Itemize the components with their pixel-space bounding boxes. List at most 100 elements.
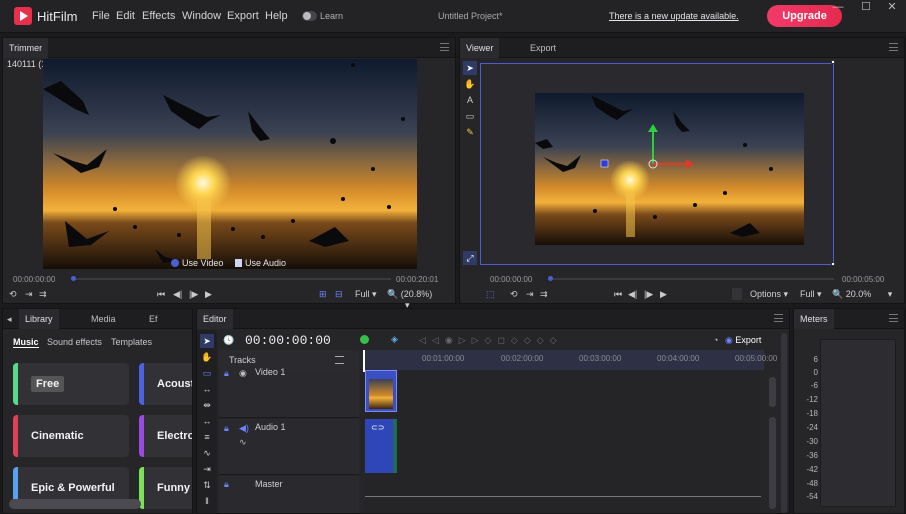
- waveform-icon[interactable]: ∿: [239, 437, 247, 448]
- video-clip[interactable]: [365, 370, 397, 412]
- skip-start-icon[interactable]: ⏮: [157, 289, 165, 300]
- roll-tool-icon[interactable]: ⇹: [200, 398, 214, 412]
- corner-handle[interactable]: [831, 60, 835, 64]
- keyframe-controls[interactable]: ◁◁◉▷▷◇◻◇◇◇◇: [419, 335, 563, 346]
- tracks-menu-icon[interactable]: [335, 356, 344, 364]
- trimmer-quality-select[interactable]: Full ▾: [355, 289, 377, 300]
- transform-toggle-icon[interactable]: ⬚: [486, 289, 495, 300]
- viewer-scrub-bar[interactable]: [548, 276, 834, 281]
- playhead[interactable]: [363, 350, 365, 372]
- tab-export[interactable]: Export: [524, 38, 562, 58]
- step-back-icon[interactable]: ◀|: [628, 289, 637, 300]
- tab-scroll-left-icon[interactable]: ◂: [3, 309, 17, 329]
- panel-menu-icon[interactable]: [774, 314, 783, 322]
- menu-help[interactable]: Help: [265, 10, 288, 22]
- skip-start-icon[interactable]: ⏮: [614, 289, 622, 300]
- track-scrollbar[interactable]: [769, 417, 776, 509]
- visibility-icon[interactable]: ◉: [239, 368, 247, 379]
- library-scrollbar[interactable]: [9, 499, 141, 509]
- panel-menu-icon[interactable]: [889, 314, 898, 322]
- subtab-templates[interactable]: Templates: [111, 337, 152, 347]
- subtab-music[interactable]: Music: [13, 337, 39, 348]
- text-tool-icon[interactable]: A: [463, 93, 477, 107]
- panel-menu-icon[interactable]: [440, 43, 449, 51]
- tab-viewer[interactable]: Viewer: [460, 38, 500, 58]
- options-dropdown[interactable]: Options ▾: [750, 289, 788, 300]
- editor-timecode[interactable]: 00:00:00:00: [245, 333, 331, 348]
- tab-meters[interactable]: Meters: [794, 309, 834, 329]
- close-button[interactable]: ✕: [878, 0, 906, 16]
- menu-export[interactable]: Export: [227, 10, 259, 22]
- track-scrollbar[interactable]: [769, 377, 776, 407]
- overlay-icon[interactable]: ⇉: [540, 289, 548, 300]
- genre-tile-funny[interactable]: Funny: [139, 467, 192, 509]
- in-out-icon[interactable]: ⊞: [319, 289, 327, 300]
- genre-tile-electro[interactable]: Electro: [139, 415, 192, 457]
- panel-menu-icon[interactable]: [889, 43, 898, 51]
- ripple-tool-icon[interactable]: ↔: [200, 382, 214, 396]
- viewer-scrub-handle[interactable]: [548, 276, 553, 281]
- step-back-icon[interactable]: ◀|: [173, 289, 182, 300]
- tab-media[interactable]: Media: [85, 309, 122, 329]
- rectangle-mask-icon[interactable]: ▭: [463, 109, 477, 123]
- audio-clip[interactable]: ⊂⊃: [365, 419, 397, 473]
- snap-icon[interactable]: ⇅: [200, 478, 214, 492]
- editor-vertical-scrollbar[interactable]: [781, 333, 787, 513]
- loop-icon[interactable]: ⟲: [510, 289, 518, 300]
- transform-gizmo[interactable]: [600, 122, 710, 182]
- hand-tool-icon[interactable]: ✋: [463, 77, 477, 91]
- insert-icon[interactable]: ⇥: [526, 289, 534, 300]
- add-track-icon[interactable]: [360, 335, 369, 344]
- viewer-quality-select[interactable]: Full ▾: [800, 289, 822, 300]
- subtab-sound-effects[interactable]: Sound effects: [47, 337, 102, 347]
- lock-icon[interactable]: 🔒︎: [224, 423, 229, 434]
- select-tool-icon[interactable]: ➤: [200, 334, 214, 348]
- use-video-button[interactable]: Use Video: [171, 258, 223, 268]
- play-icon[interactable]: ▶: [660, 289, 667, 300]
- track-lane-master[interactable]: [365, 476, 761, 513]
- update-link[interactable]: There is a new update available.: [609, 11, 739, 21]
- grid-icon[interactable]: [732, 288, 742, 300]
- time-ruler[interactable]: 00:01:00:00 00:02:00:00 00:03:00:00 00:0…: [364, 350, 777, 370]
- slip-tool-icon[interactable]: ↔: [200, 414, 214, 428]
- lock-icon[interactable]: 🔒︎: [224, 479, 229, 490]
- learn-toggle[interactable]: [302, 11, 317, 21]
- step-forward-icon[interactable]: |▶: [189, 289, 198, 300]
- play-icon[interactable]: ▶: [205, 289, 212, 300]
- link-icon[interactable]: ‖: [200, 494, 214, 508]
- use-audio-button[interactable]: Use Audio: [235, 258, 286, 268]
- trimmer-video-frame[interactable]: [43, 59, 417, 269]
- lock-icon[interactable]: 🔒︎: [224, 368, 229, 379]
- slice-tool-icon[interactable]: ▭: [200, 366, 214, 380]
- export-button[interactable]: ◉ Export: [725, 335, 761, 346]
- speaker-icon[interactable]: ◀): [239, 423, 249, 434]
- tab-editor[interactable]: Editor: [197, 309, 233, 329]
- genre-tile-free[interactable]: Free: [13, 363, 129, 405]
- rate-stretch-icon[interactable]: ∿: [200, 446, 214, 460]
- loop-icon[interactable]: ⟲: [9, 289, 17, 300]
- overlay-icon[interactable]: ⇉: [39, 289, 47, 300]
- tab-trimmer[interactable]: Trimmer: [3, 38, 49, 58]
- pen-tool-icon[interactable]: ✎: [463, 125, 477, 139]
- track-select-icon[interactable]: ⇥: [200, 462, 214, 476]
- slide-tool-icon[interactable]: ≡: [200, 430, 214, 444]
- menu-effects[interactable]: Effects: [142, 10, 175, 22]
- track-lane-video-1[interactable]: [365, 370, 761, 418]
- viewer-zoom-select[interactable]: 🔍 20.0% ▾: [832, 289, 892, 300]
- menu-edit[interactable]: Edit: [116, 10, 135, 22]
- hand-tool-icon[interactable]: ✋: [200, 350, 214, 364]
- track-lane-audio-1[interactable]: ⊂⊃: [365, 419, 761, 475]
- step-forward-icon[interactable]: |▶: [644, 289, 653, 300]
- genre-tile-acoustic[interactable]: Acoust: [139, 363, 192, 405]
- trimmer-scrub-handle[interactable]: [71, 276, 76, 281]
- tab-effects[interactable]: Ef: [143, 309, 164, 329]
- tab-library[interactable]: Library: [19, 309, 59, 329]
- media-icon[interactable]: ◈: [391, 334, 398, 345]
- trimmer-scrub-bar[interactable]: [71, 276, 391, 281]
- minimize-button[interactable]: —: [824, 0, 852, 16]
- menu-window[interactable]: Window: [182, 10, 221, 22]
- insert-icon[interactable]: ⇥: [25, 289, 33, 300]
- select-tool-icon[interactable]: ➤: [463, 61, 477, 75]
- split-view-icon[interactable]: ⊟: [335, 289, 343, 300]
- snap-tool-icon[interactable]: ⤢: [463, 251, 477, 265]
